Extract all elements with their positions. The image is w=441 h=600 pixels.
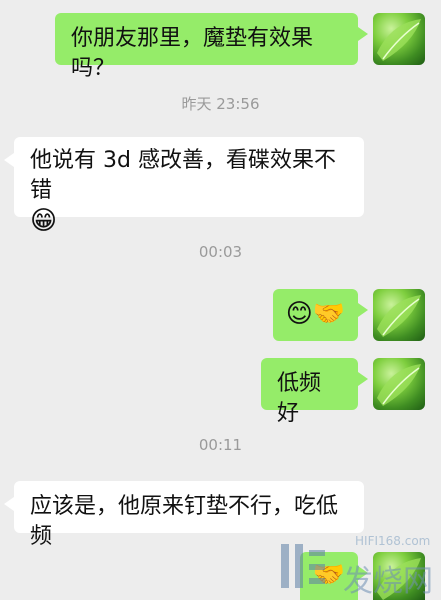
hifi-logo-icon [281, 544, 325, 588]
timestamp: 昨天 23:56 [181, 95, 260, 113]
watermark-brand: 发烧网 [343, 564, 433, 599]
timestamp: 00:11 [198, 436, 243, 454]
leaf-avatar-icon [377, 19, 421, 61]
watermark-logo: HIFI168.com 发烧网 [265, 534, 435, 599]
outgoing-message-bubble[interactable]: 低频好 [261, 358, 368, 426]
incoming-message-bubble[interactable]: 应该是，他原来钉垫不行，吃低频 [4, 481, 364, 549]
incoming-message-bubble[interactable]: 他说有 3d 感改善，看碟效果不错 😁 [4, 137, 364, 236]
outgoing-message-bubble[interactable]: 😊🤝 [273, 289, 368, 341]
timestamp: 00:03 [198, 243, 243, 261]
leaf-avatar-icon [377, 295, 421, 337]
message-text: 低频好 [277, 371, 322, 426]
user-avatar[interactable] [373, 289, 425, 341]
outgoing-message-bubble[interactable]: 你朋友那里，魔垫有效果吗？ [55, 13, 368, 81]
watermark-site: HIFI168.com [355, 534, 431, 548]
user-avatar[interactable] [373, 358, 425, 410]
user-avatar[interactable] [373, 13, 425, 65]
leaf-avatar-icon [377, 364, 421, 406]
message-text: 你朋友那里，魔垫有效果吗？ [71, 26, 314, 81]
smile-handshake-emoji-icon: 😊🤝 [285, 299, 346, 329]
grin-emoji-icon: 😁 [30, 206, 58, 236]
message-text: 他说有 3d 感改善，看碟效果不错 [30, 148, 336, 203]
